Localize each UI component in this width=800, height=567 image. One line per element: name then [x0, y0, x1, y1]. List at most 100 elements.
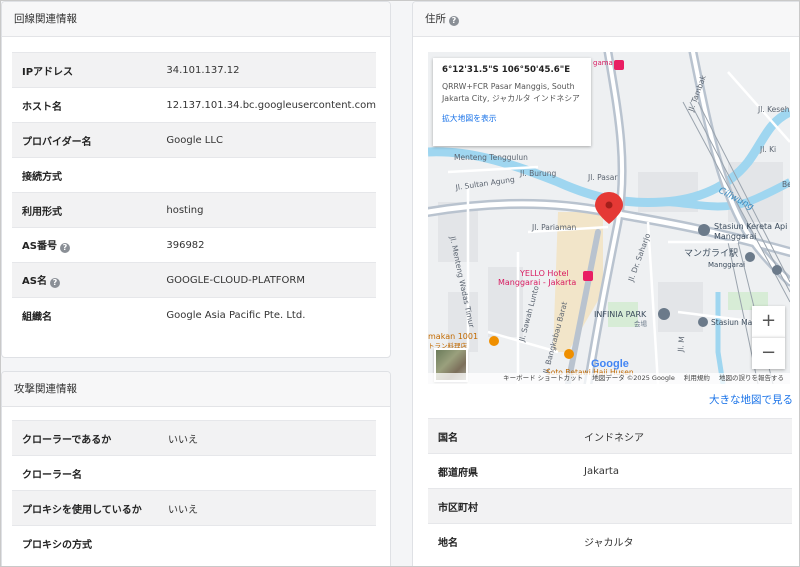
attack-info-key: プロキシの方式: [12, 525, 158, 560]
network-info-key: 組織名: [12, 297, 157, 332]
address-row: 地名 ジャカルタ: [428, 523, 792, 558]
address-key-label: 都道府県: [438, 467, 478, 479]
map-label: マンガライ駅: [684, 248, 738, 259]
network-info-key-label: ホスト名: [22, 101, 62, 113]
google-logo: Google: [591, 358, 629, 370]
question-circle-icon[interactable]: ?: [49, 278, 60, 288]
question-circle-icon[interactable]: ?: [59, 243, 70, 253]
map-info-enlarge-link[interactable]: 拡大地図を表示: [442, 113, 591, 124]
address-key: 国名: [428, 418, 574, 454]
attack-info-key: プロキシを使用しているか: [12, 490, 158, 526]
map-label: Manggarai - Jakarta: [498, 278, 576, 287]
network-info-key: 接続方式: [12, 157, 157, 193]
network-info-key-label: プロバイダー名: [22, 136, 92, 148]
network-info-value: Google Asia Pacific Pte. Ltd.: [156, 297, 376, 332]
address-card-header: 住所?: [413, 2, 799, 37]
map-label: Jl. Pasar: [587, 173, 618, 182]
attack-info-row: クローラーであるか いいえ: [12, 420, 376, 456]
network-info-key-label: IPアドレス: [22, 66, 74, 78]
report-error-link[interactable]: 地図の誤りを報告する: [719, 374, 784, 382]
network-info-key: ホスト名: [12, 87, 157, 123]
network-info-row: 接続方式: [12, 157, 376, 193]
address-value: インドネシア: [574, 418, 792, 454]
attack-info-key: クローラー名: [12, 455, 158, 491]
attack-info-key-label: プロキシの方式: [22, 539, 92, 551]
terms-link[interactable]: 利用規約: [684, 374, 710, 382]
network-info-key-label: AS番号: [22, 241, 57, 252]
map-label: Manggarai: [708, 261, 745, 269]
address-value: Jakarta: [574, 453, 792, 489]
attack-info-value: いいえ: [158, 420, 376, 456]
view-larger-map-link[interactable]: 大きな地図で見る: [709, 392, 793, 407]
map-label: Jl. M: [676, 336, 686, 353]
network-info-row: 利用形式 hosting: [12, 192, 376, 228]
address-card: 住所? Jl. Sultan Agung Menteng Tenggulun J…: [412, 1, 799, 566]
map-label: Jl. Burung: [519, 169, 557, 178]
network-info-row: IPアドレス 34.101.137.12: [12, 52, 376, 88]
page-frame: 回線関連情報 IPアドレス 34.101.137.12 ホスト名 12.137.101…: [0, 0, 800, 567]
network-info-value: Google LLC: [156, 122, 376, 158]
attack-info-value: [158, 455, 376, 491]
network-info-value: GOOGLE-CLOUD-PLATFORM: [156, 262, 376, 298]
attack-info-key-label: クローラーであるか: [22, 434, 112, 446]
attack-info-key: クローラーであるか: [12, 420, 158, 456]
address-row: 国名 インドネシア: [428, 418, 792, 454]
network-info-value: [156, 157, 376, 193]
network-info-card: 回線関連情報 IPアドレス 34.101.137.12 ホスト名 12.137.101…: [1, 1, 391, 358]
network-info-key: 利用形式: [12, 192, 157, 228]
address-row: 都道府県 Jakarta: [428, 453, 792, 489]
network-info-table: IPアドレス 34.101.137.12 ホスト名 12.137.101.34.bc.…: [12, 52, 376, 332]
zoom-in-button[interactable]: +: [752, 306, 785, 337]
keyboard-shortcuts-link[interactable]: キーボード ショートカット: [503, 374, 583, 382]
map-label: Jl. Kesehatan: [757, 105, 790, 114]
map-label: YELLO Hotel: [519, 269, 569, 278]
network-info-key: IPアドレス: [12, 52, 157, 88]
attack-info-value: [158, 525, 376, 560]
address-table: 国名 インドネシア都道府県 Jakarta 市区町村地名 ジャカルタ: [428, 418, 792, 558]
map-label: makan 1001: [428, 332, 478, 341]
map-label: 会場: [634, 319, 648, 328]
network-info-row: 組織名 Google Asia Pacific Pte. Ltd.: [12, 297, 376, 332]
network-info-key: AS番号?: [12, 227, 157, 263]
address-value: ジャカルタ: [574, 523, 792, 558]
network-info-key-label: 利用形式: [22, 206, 62, 218]
attack-info-card: 攻撃関連情報 クローラーであるか いいえ クローラー名 プロキシを使用しているか いいえ…: [1, 371, 391, 566]
address-key-label: 国名: [438, 432, 458, 444]
network-info-title: 回線関連情報: [2, 2, 390, 37]
map-label: Be: [782, 180, 790, 189]
address-key: 地名: [428, 523, 574, 558]
question-circle-icon[interactable]: ?: [449, 16, 459, 26]
map-info-coordinates: 6°12'31.5"S 106°50'45.6"E: [442, 65, 571, 75]
address-key: 都道府県: [428, 453, 574, 489]
network-info-value: 12.137.101.34.bc.googleusercontent.com: [156, 87, 376, 123]
map-data-copyright: 地図データ ©2025 Google: [592, 374, 675, 382]
address-row: 市区町村: [428, 488, 792, 524]
map-label: Jl. Pariaman: [531, 223, 577, 232]
network-info-key: AS名?: [12, 262, 157, 298]
address-title: 住所: [425, 13, 446, 25]
address-key: 市区町村: [428, 488, 574, 524]
address-key-label: 市区町村: [438, 502, 478, 514]
map-embed[interactable]: Jl. Sultan Agung Menteng Tenggulun Jl. B…: [428, 52, 790, 384]
network-info-value: hosting: [156, 192, 376, 228]
attack-info-table: クローラーであるか いいえ クローラー名 プロキシを使用しているか いいえ プロキシの方式: [12, 420, 376, 560]
zoom-out-button[interactable]: −: [752, 337, 785, 369]
attack-info-row: クローラー名: [12, 455, 376, 491]
attack-info-key-label: プロキシを使用しているか: [22, 504, 142, 516]
address-value: [574, 488, 792, 524]
map-label: Stasiun Kereta Api: [714, 222, 787, 231]
network-info-row: プロバイダー名 Google LLC: [12, 122, 376, 158]
address-key-label: 地名: [438, 537, 458, 549]
map-label: INFINIA PARK: [594, 310, 647, 319]
attack-info-row: プロキシを使用しているか いいえ: [12, 490, 376, 526]
map-attribution-bar: キーボード ショートカット 地図データ ©2025 Google 利用規約 地図…: [428, 373, 790, 384]
network-info-value: 396982: [156, 227, 376, 263]
map-label: Menteng Tenggulun: [454, 153, 528, 162]
map-info-address: QRRW+FCR Pasar Manggis, South Jakarta Ci…: [442, 82, 580, 103]
attack-info-row: プロキシの方式: [12, 525, 376, 560]
network-info-key-label: 接続方式: [22, 171, 62, 183]
network-info-value: 34.101.137.12: [156, 52, 376, 88]
attack-info-key-label: クローラー名: [22, 469, 82, 481]
map-label: Manggarai: [714, 232, 756, 241]
network-info-row: ホスト名 12.137.101.34.bc.googleusercontent.c…: [12, 87, 376, 123]
